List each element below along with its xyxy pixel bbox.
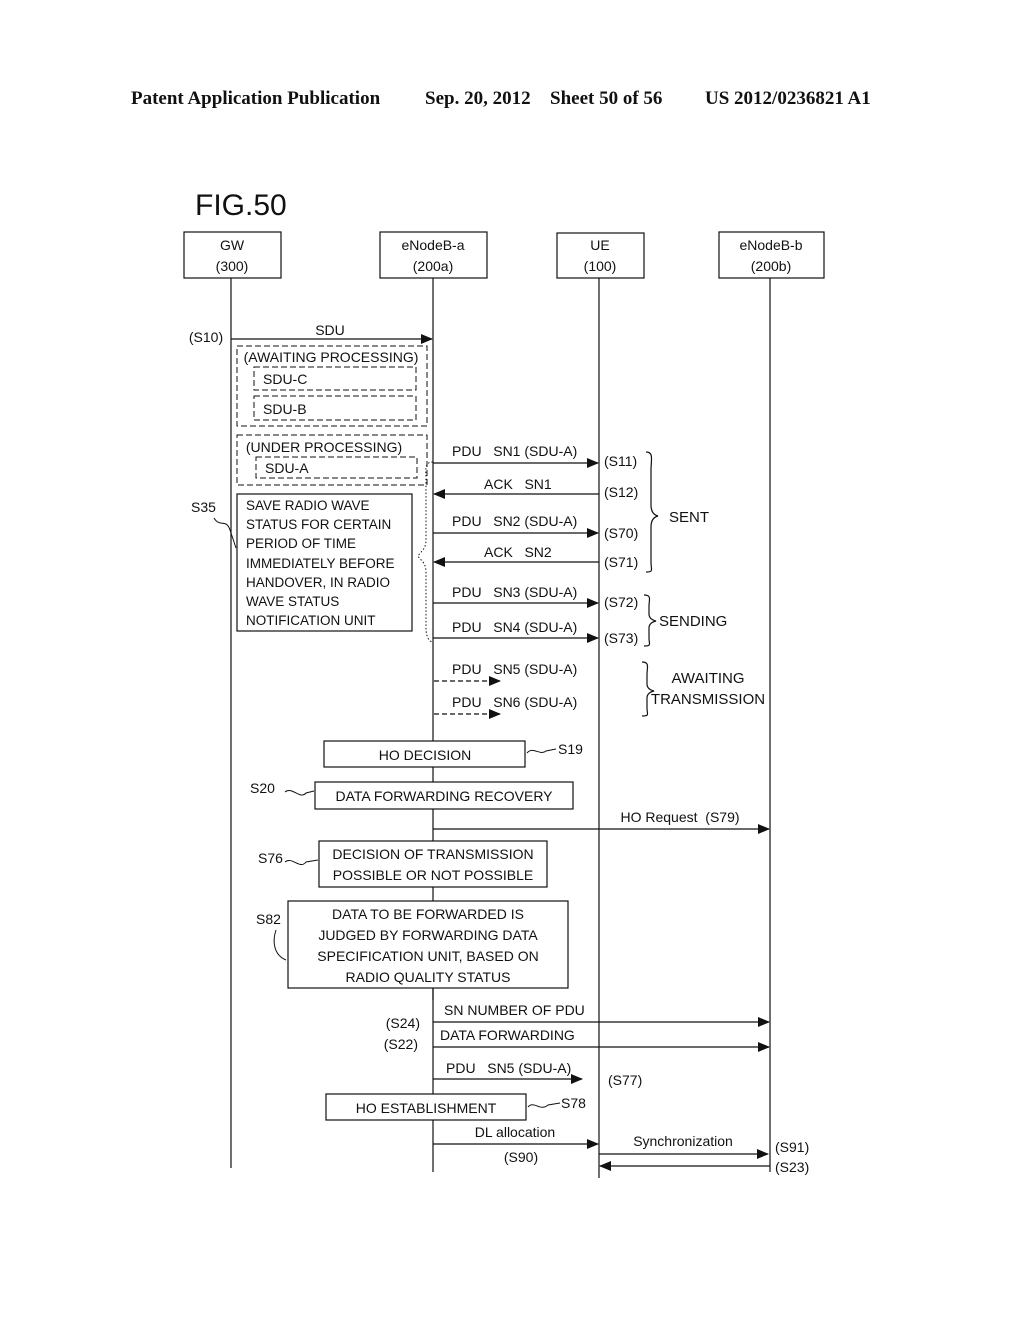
brace-sending bbox=[643, 594, 657, 647]
process-box-s35: SAVE RADIO WAVE STATUS FOR CERTAIN PERIO… bbox=[236, 493, 413, 632]
buffer-under-label: (UNDER PROCESSING) bbox=[246, 439, 402, 455]
squiggle-connector bbox=[284, 790, 315, 796]
entity-enodeb-a: eNodeB-a (200a) bbox=[379, 231, 488, 279]
step-label-s71: (S71) bbox=[604, 554, 638, 570]
message-label-pdu-sn2: PDU SN2 (SDU-A) bbox=[452, 513, 577, 529]
buffer-item-sdu-a: SDU-A bbox=[265, 460, 309, 476]
entity-id: (100) bbox=[584, 258, 617, 274]
step-label-s73: (S73) bbox=[604, 630, 638, 646]
message-label-synchronization: Synchronization bbox=[633, 1133, 733, 1149]
group-label-sent: SENT bbox=[669, 509, 709, 526]
entity-id: (200b) bbox=[751, 258, 791, 274]
process-line: WAVE STATUS bbox=[246, 594, 339, 609]
figure-title: FIG.50 bbox=[195, 189, 287, 222]
entity-id: (200a) bbox=[413, 258, 453, 274]
process-box-s20: DATA FORWARDING RECOVERY bbox=[314, 781, 574, 810]
message-label-pdu-sn3: PDU SN3 (SDU-A) bbox=[452, 584, 577, 600]
step-label-s77: (S77) bbox=[608, 1072, 642, 1088]
message-label-sdu: SDU bbox=[315, 322, 345, 338]
process-box-s82: DATA TO BE FORWARDED IS JUDGED BY FORWAR… bbox=[287, 900, 569, 989]
message-label-data-forwarding: DATA FORWARDING bbox=[440, 1027, 575, 1043]
squiggle-connector bbox=[526, 748, 557, 754]
step-label-s19: S19 bbox=[558, 741, 583, 757]
step-label-s70: (S70) bbox=[604, 525, 638, 541]
message-label-ho-request: HO Request (S79) bbox=[620, 809, 739, 825]
process-line: NOTIFICATION UNIT bbox=[246, 613, 376, 628]
process-line: IMMEDIATELY BEFORE bbox=[246, 556, 395, 571]
buffer-item-sdu-c: SDU-C bbox=[263, 371, 307, 387]
entity-name: eNodeB-a bbox=[401, 237, 464, 253]
process-line: POSSIBLE OR NOT POSSIBLE bbox=[333, 867, 533, 883]
entity-enodeb-b: eNodeB-b (200b) bbox=[718, 231, 825, 279]
entity-ue: UE (100) bbox=[556, 232, 645, 279]
process-line: RADIO QUALITY STATUS bbox=[346, 969, 511, 985]
squiggle-connector bbox=[284, 859, 319, 866]
process-line: DATA TO BE FORWARDED IS bbox=[332, 906, 524, 922]
step-label-s72: (S72) bbox=[604, 594, 638, 610]
process-line: STATUS FOR CERTAIN bbox=[246, 517, 391, 532]
step-label-s10: (S10) bbox=[189, 329, 223, 345]
step-label-s12: (S12) bbox=[604, 484, 638, 500]
process-line: SAVE RADIO WAVE bbox=[246, 498, 370, 513]
message-label-pdu-sn4: PDU SN4 (SDU-A) bbox=[452, 619, 577, 635]
message-label-pdu-sn6-pending: PDU SN6 (SDU-A) bbox=[452, 694, 577, 710]
buffer-awaiting-processing: (AWAITING PROCESSING) SDU-C SDU-B bbox=[236, 345, 428, 427]
message-label-ack-sn2: ACK SN2 bbox=[484, 544, 552, 560]
buffer-awaiting-label: (AWAITING PROCESSING) bbox=[244, 349, 419, 365]
entity-id: (300) bbox=[216, 258, 249, 274]
step-label-s91: (S91) bbox=[775, 1139, 809, 1155]
process-line: SPECIFICATION UNIT, BASED ON bbox=[317, 948, 538, 964]
message-label-pdu-sn5: PDU SN5 (SDU-A) bbox=[446, 1060, 571, 1076]
process-line: DECISION OF TRANSMISSION bbox=[332, 846, 533, 862]
brace-sent bbox=[645, 451, 659, 573]
group-label-sending: SENDING bbox=[659, 613, 727, 630]
step-label-s76: S76 bbox=[258, 850, 283, 866]
step-label-s78: S78 bbox=[561, 1095, 586, 1111]
step-label-s90: (S90) bbox=[504, 1149, 538, 1165]
step-label-s22: (S22) bbox=[384, 1036, 418, 1052]
entity-name: UE bbox=[590, 237, 609, 253]
process-line: HO ESTABLISHMENT bbox=[356, 1100, 497, 1116]
step-label-s20: S20 bbox=[250, 780, 275, 796]
process-box-s76: DECISION OF TRANSMISSION POSSIBLE OR NOT… bbox=[318, 840, 548, 888]
step-label-s11: (S11) bbox=[604, 453, 637, 469]
process-line: DATA FORWARDING RECOVERY bbox=[335, 788, 553, 804]
squiggle-connector bbox=[213, 517, 237, 549]
step-label-s24: (S24) bbox=[386, 1015, 420, 1031]
process-box-s19: HO DECISION bbox=[323, 740, 526, 768]
step-label-s82: S82 bbox=[256, 911, 281, 927]
message-label-pdu-sn1: PDU SN1 (SDU-A) bbox=[452, 443, 577, 459]
step-label-s23: (S23) bbox=[775, 1159, 809, 1175]
dotted-brace bbox=[417, 461, 434, 643]
squiggle-connector bbox=[527, 1102, 561, 1108]
process-line: HANDOVER, IN RADIO bbox=[246, 575, 390, 590]
message-label-pdu-sn5-pending: PDU SN5 (SDU-A) bbox=[452, 661, 577, 677]
process-line: HO DECISION bbox=[379, 747, 472, 763]
entity-name: eNodeB-b bbox=[739, 237, 802, 253]
message-label-sn-number: SN NUMBER OF PDU bbox=[444, 1002, 585, 1018]
process-line: JUDGED BY FORWARDING DATA bbox=[318, 927, 538, 943]
process-box-s78: HO ESTABLISHMENT bbox=[325, 1093, 527, 1121]
squiggle-connector bbox=[273, 929, 287, 961]
sequence-diagram: FIG.50 GW (300) eNodeB-a (200a) UE (100)… bbox=[183, 189, 825, 1178]
group-label-awaiting-line2: TRANSMISSION bbox=[651, 691, 765, 708]
buffer-under-processing: (UNDER PROCESSING) SDU-A bbox=[236, 434, 428, 486]
buffer-item-sdu-b: SDU-B bbox=[263, 401, 307, 417]
message-label-dl-allocation: DL allocation bbox=[475, 1124, 555, 1140]
entity-gw: GW (300) bbox=[183, 231, 282, 279]
step-label-s35: S35 bbox=[191, 499, 216, 515]
process-line: PERIOD OF TIME bbox=[246, 536, 356, 551]
message-label-ack-sn1: ACK SN1 bbox=[484, 476, 552, 492]
entity-name: GW bbox=[220, 237, 245, 253]
group-label-awaiting-line1: AWAITING bbox=[671, 670, 744, 687]
